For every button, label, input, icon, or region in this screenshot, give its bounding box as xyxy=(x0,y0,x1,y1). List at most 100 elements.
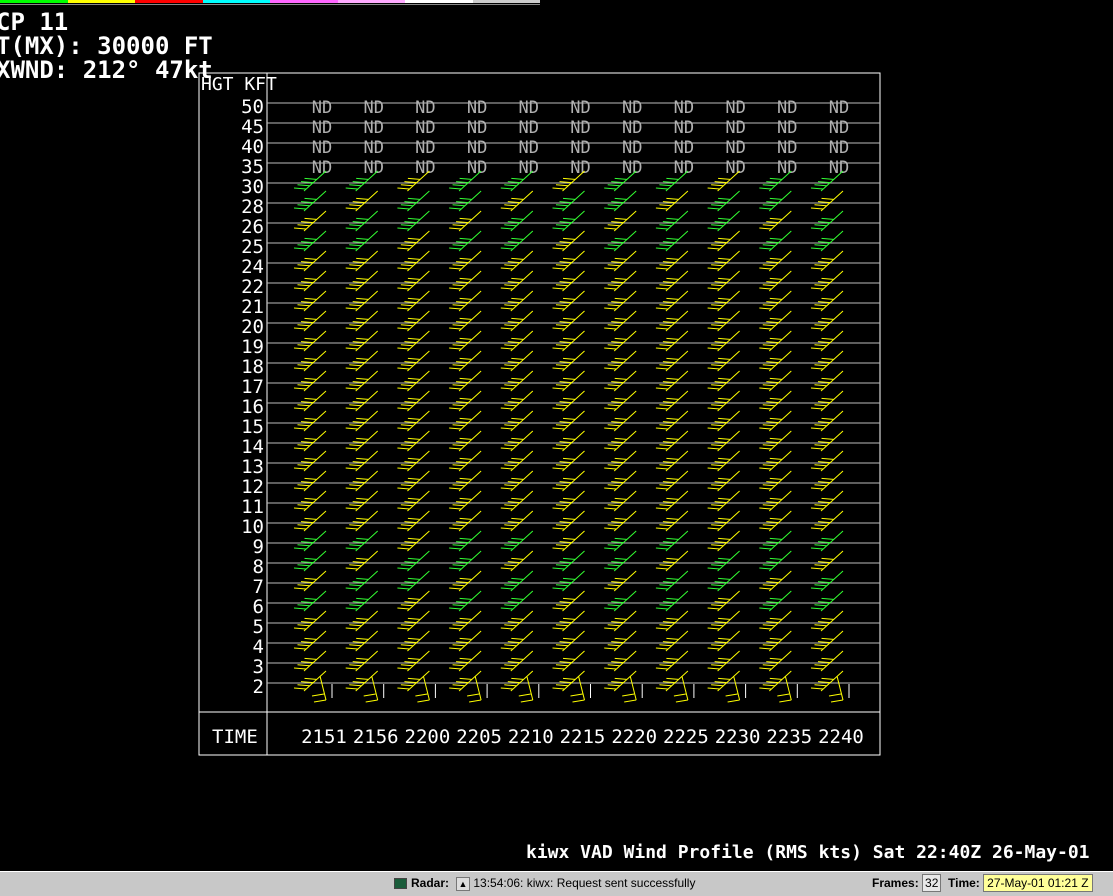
wind-barb-flag xyxy=(304,337,317,340)
wind-barb xyxy=(458,310,482,332)
wind-barb xyxy=(717,310,740,332)
wind-barb-flag xyxy=(604,407,617,410)
wind-barb xyxy=(820,510,844,532)
wind-barb-flag xyxy=(614,437,627,440)
wind-barb-flag xyxy=(766,461,779,464)
wind-barb-flag xyxy=(611,421,624,424)
wind-barb xyxy=(665,350,689,372)
wind-barb-flag xyxy=(714,321,727,324)
wind-barb xyxy=(820,230,844,252)
wind-barb-flag xyxy=(655,687,668,690)
wind-barb-flag xyxy=(766,181,779,184)
wind-barb-flag xyxy=(349,384,362,387)
wind-barb-flag xyxy=(452,264,465,267)
wind-barb xyxy=(717,590,740,612)
height-tick-label: 25 xyxy=(241,236,264,258)
wind-barb-flag xyxy=(766,601,779,604)
wind-barb-flag xyxy=(345,287,358,290)
wind-barb-flag xyxy=(293,487,307,490)
wind-barb-flag xyxy=(562,637,576,640)
wind-barb-flag xyxy=(504,684,517,687)
wind-barb-flag xyxy=(397,447,410,450)
wind-barb-flag xyxy=(356,597,369,600)
wind-barb-flag xyxy=(762,224,775,227)
wind-barb-flag xyxy=(356,677,369,680)
radar-status: Radar: xyxy=(394,874,449,892)
wind-barb-flag xyxy=(659,264,672,267)
wind-barb xyxy=(613,390,637,412)
wind-barb-flag xyxy=(604,367,617,370)
wind-barb-flag xyxy=(356,417,369,420)
wind-barb-flag xyxy=(759,227,772,230)
wind-barb xyxy=(303,210,327,232)
wind-barb-flag xyxy=(504,424,517,427)
time-tick-label: 2210 xyxy=(508,726,554,748)
wind-barb xyxy=(820,190,844,212)
frames-count[interactable]: 32 xyxy=(922,874,942,892)
wind-barb-flag xyxy=(759,447,772,450)
wind-barb xyxy=(613,210,637,232)
wind-barb-flag xyxy=(769,257,782,260)
wind-barb-flag xyxy=(666,357,679,360)
wind-barb-flag xyxy=(814,184,827,187)
wind-barb-flag xyxy=(407,277,420,280)
wind-barb-flag xyxy=(655,647,668,650)
wind-barb-flag xyxy=(810,227,824,230)
wind-barb-flag xyxy=(352,441,365,444)
wind-barb-flag xyxy=(769,677,782,680)
wind-barb xyxy=(665,390,689,412)
wind-barb xyxy=(681,675,689,701)
wind-barb-flag xyxy=(456,381,469,384)
wind-barb xyxy=(717,270,740,292)
wind-barb-flag xyxy=(611,201,624,204)
triangle-up-icon[interactable]: ▲ xyxy=(456,876,470,891)
wind-barb-flag xyxy=(604,567,617,570)
wind-barb-flag xyxy=(714,381,727,384)
wind-barb-flag xyxy=(507,641,520,644)
wind-barb xyxy=(820,270,844,292)
wind-barb-flag xyxy=(293,647,307,650)
wind-barb-flag xyxy=(662,421,675,424)
wind-barb-flag xyxy=(662,541,675,544)
wind-barb xyxy=(717,290,740,312)
wind-barb-flag xyxy=(456,261,469,264)
wind-barb-flag xyxy=(769,597,782,600)
wind-barb-flag xyxy=(407,337,420,340)
current-time[interactable]: 27-May-01 01:21 Z xyxy=(983,874,1093,892)
y-axis-label: HGT KFT xyxy=(201,74,277,95)
wind-barb xyxy=(355,450,379,472)
wind-barb-flag xyxy=(810,247,824,250)
wind-barb-flag xyxy=(614,497,627,500)
wind-barb-flag xyxy=(500,307,513,310)
wind-barb xyxy=(510,430,534,452)
wind-barb-flag xyxy=(293,527,307,530)
wind-barb-flag xyxy=(607,304,620,307)
wind-barb-flag xyxy=(500,227,513,230)
wind-barb-flag xyxy=(449,327,462,330)
wind-barb-flag xyxy=(507,661,520,664)
wind-barb-flag xyxy=(407,597,420,600)
wind-barb-flag xyxy=(810,407,824,410)
wind-barb-flag xyxy=(607,624,620,627)
wind-barb xyxy=(717,190,740,212)
wind-barb-flag xyxy=(404,501,417,504)
wind-barb-flag xyxy=(397,467,410,470)
wind-barb-flag xyxy=(762,284,775,287)
wind-barb xyxy=(458,650,482,672)
wind-barb-flag xyxy=(759,187,772,190)
height-tick-label: 20 xyxy=(241,316,264,338)
wind-barb xyxy=(303,230,327,252)
wind-barb-flag xyxy=(555,544,569,547)
wind-barb-flag xyxy=(459,377,472,380)
wind-barb-flag xyxy=(707,267,720,270)
wind-barb-flag xyxy=(511,637,524,640)
wind-barb-flag xyxy=(500,667,513,670)
wind-barb-flag xyxy=(407,577,420,580)
wind-barb xyxy=(355,410,379,432)
wind-barb xyxy=(613,430,637,452)
radar-indicator-icon[interactable] xyxy=(394,878,407,890)
wind-barb-flag xyxy=(507,341,520,344)
wind-barb-flag xyxy=(504,584,517,587)
wind-barb-flag xyxy=(769,357,782,360)
wind-barb-flag xyxy=(300,481,314,484)
